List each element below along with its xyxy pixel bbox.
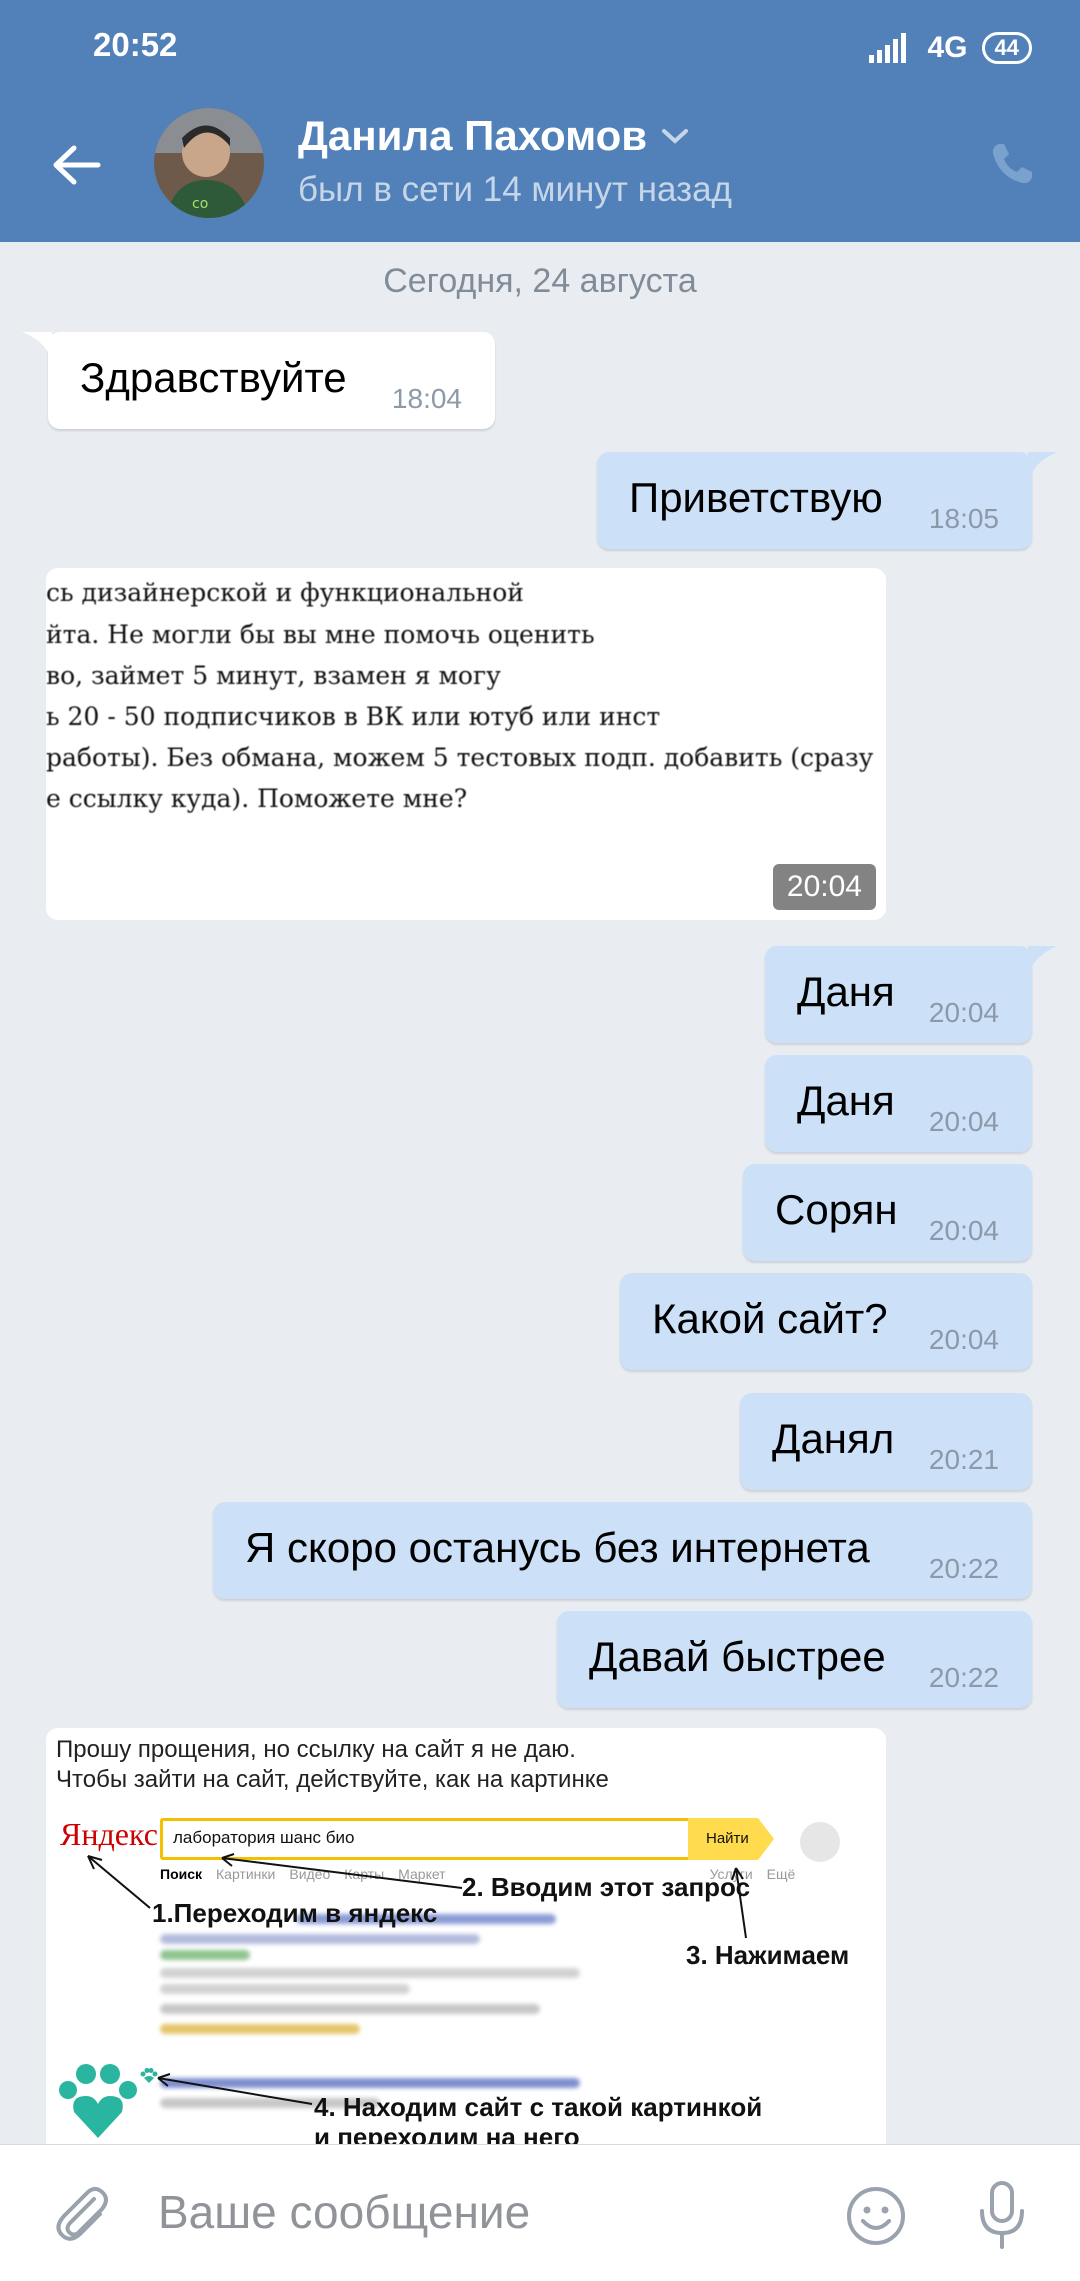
message-time: 20:04 [928, 997, 999, 1028]
bubble-tail [1028, 452, 1058, 480]
image-text-line: работы). Без обмана, можем 5 тестовых по… [46, 743, 874, 772]
message-bubble-outgoing[interactable]: Данял 20:21 [740, 1393, 1032, 1490]
message-bubble-outgoing[interactable]: Приветствую 18:05 [597, 452, 1058, 549]
message-text: Давай быстрее [589, 1633, 886, 1680]
svg-text:co: co [192, 196, 208, 212]
network-label: 4G [927, 31, 968, 64]
contact-status: был в сети 14 минут назад [298, 170, 732, 209]
message-bubble-outgoing[interactable]: Я скоро останусь без интернета 20:22 [213, 1502, 1032, 1599]
emoji-icon[interactable] [845, 2185, 907, 2247]
phone-icon[interactable] [986, 138, 1038, 190]
bubble-tail [22, 332, 52, 360]
message-time: 20:21 [928, 1444, 999, 1475]
chevron-down-icon[interactable] [660, 126, 690, 146]
signal-icon [869, 33, 907, 63]
image-text-line: ь 20 - 50 подписчиков в ВК или ютуб или … [46, 702, 661, 731]
message-time: 18:04 [391, 383, 462, 414]
microphone-icon[interactable] [974, 2179, 1030, 2251]
message-time: 20:04 [928, 1324, 999, 1355]
message-bubble-outgoing[interactable]: Какой сайт? 20:04 [620, 1273, 1032, 1370]
image-text-line: сь дизайнерской и функциональной [46, 578, 524, 607]
message-text: Приветствую [629, 474, 883, 521]
chat-header: 20:52 4G 44 co Данила Пахомов был в сети… [0, 0, 1080, 242]
message-time: 20:22 [928, 1553, 999, 1584]
paperclip-icon[interactable] [50, 2183, 112, 2245]
message-bubble-outgoing[interactable]: Сорян 20:04 [743, 1164, 1032, 1261]
message-composer: Ваше сообщение [0, 2144, 1080, 2281]
image-time-badge: 20:04 [772, 864, 876, 910]
message-input[interactable]: Ваше сообщение [158, 2185, 530, 2239]
message-text: Даня [797, 1077, 895, 1124]
bubble-tail [1028, 946, 1058, 974]
message-bubble-outgoing[interactable]: Давай быстрее 20:22 [557, 1611, 1032, 1708]
image-message-instructions[interactable]: Прошу прощения, но ссылку на сайт я не д… [46, 1728, 886, 2144]
message-time: 20:04 [928, 1106, 999, 1137]
status-icons: 4G 44 [869, 28, 1032, 68]
message-text: Данял [772, 1415, 895, 1462]
message-bubble-outgoing[interactable]: Даня 20:04 [765, 1055, 1032, 1152]
message-text: Какой сайт? [652, 1295, 888, 1342]
battery-icon: 44 [981, 32, 1032, 64]
message-text: Я скоро останусь без интернета [245, 1524, 870, 1571]
image-text-line: йта. Не могли бы вы мне помочь оценить [46, 620, 595, 649]
date-separator: Сегодня, 24 августа [383, 262, 697, 300]
message-text: Сорян [775, 1186, 898, 1233]
image-text-line: е ссылку куда). Поможете мне? [46, 784, 468, 813]
message-time: 20:04 [928, 1215, 999, 1246]
avatar[interactable]: co [154, 108, 264, 218]
message-time: 20:22 [928, 1662, 999, 1693]
avatar-photo: co [154, 108, 264, 218]
message-text: Даня [797, 968, 895, 1015]
message-time: 18:05 [928, 503, 999, 534]
contact-name[interactable]: Данила Пахомов [298, 112, 647, 160]
annotation-arrows [87, 1853, 747, 2105]
message-text: Здравствуйте [80, 354, 347, 401]
message-bubble-incoming[interactable]: Здравствуйте 18:04 [22, 332, 495, 429]
image-message[interactable]: сь дизайнерской и функциональной йта. Не… [46, 568, 886, 920]
back-arrow-icon[interactable] [46, 135, 106, 195]
status-time: 20:52 [93, 26, 178, 63]
message-bubble-outgoing[interactable]: Даня 20:04 [765, 946, 1058, 1043]
image-text-line: во, займет 5 минут, взамен я могу [46, 661, 501, 690]
